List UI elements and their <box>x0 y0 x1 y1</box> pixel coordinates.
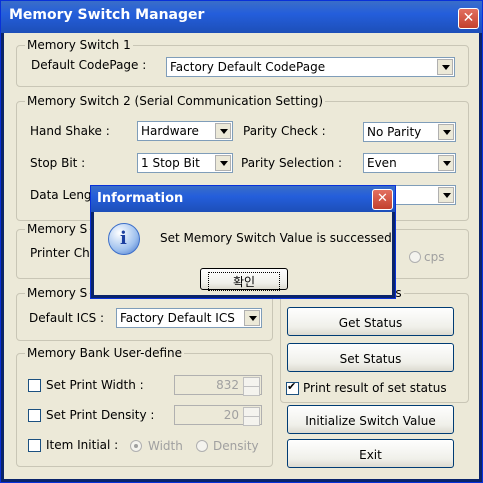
handshake-value: Hardware <box>141 124 199 138</box>
close-icon[interactable]: ✕ <box>372 189 393 210</box>
density-radio[interactable] <box>196 440 208 452</box>
group-title: Memory Switch 2 (Serial Communication Se… <box>25 94 326 108</box>
set-status-label: Set Status <box>339 352 402 366</box>
cps-radio[interactable] <box>409 251 421 263</box>
item-initial-checkbox[interactable] <box>28 439 41 452</box>
print-density-stepper[interactable]: 20 <box>174 405 262 426</box>
exit-button[interactable]: Exit <box>287 439 454 468</box>
item-initial-label: Item Initial : <box>46 438 119 452</box>
codepage-value: Factory Default CodePage <box>170 60 326 74</box>
get-status-label: Get Status <box>338 316 403 330</box>
stop-bit-select[interactable]: 1 Stop Bit <box>137 153 233 173</box>
parity-selection-select[interactable]: Even <box>363 153 456 173</box>
parity-selection-label: Parity Selection : <box>241 156 343 170</box>
ics-select[interactable]: Factory Default ICS <box>116 308 262 328</box>
chevron-down-icon[interactable] <box>215 123 231 139</box>
print-density-value: 20 <box>223 408 239 422</box>
parity-check-value: No Parity <box>367 125 422 139</box>
stop-bit-value: 1 Stop Bit <box>141 156 200 170</box>
group-title: Memory Switch 1 <box>25 38 133 52</box>
exit-label: Exit <box>359 448 382 462</box>
title-bar[interactable]: Memory Switch Manager ✕ <box>1 1 482 33</box>
set-status-button[interactable]: Set Status <box>287 343 454 372</box>
codepage-label: Default CodePage : <box>31 58 147 72</box>
ics-label: Default ICS : <box>29 311 105 325</box>
chevron-down-icon[interactable] <box>244 310 260 326</box>
print-width-checkbox[interactable] <box>28 379 41 392</box>
group-title: Memory S <box>25 286 90 300</box>
parity-check-label: Parity Check : <box>243 124 326 138</box>
dialog-title-bar[interactable]: Information ✕ <box>91 186 395 212</box>
parity-check-select[interactable]: No Parity <box>363 122 456 142</box>
print-width-label: Set Print Width : <box>46 378 144 392</box>
stop-bit-label: Stop Bit : <box>30 156 86 170</box>
ics-value: Factory Default ICS <box>120 311 235 325</box>
group-title: Memory Bank User-define <box>25 346 185 360</box>
print-result-checkbox[interactable] <box>286 380 299 395</box>
parity-selection-value: Even <box>367 156 397 170</box>
data-length-select[interactable] <box>394 185 456 205</box>
initialize-label: Initialize Switch Value <box>305 414 436 428</box>
information-dialog: Information ✕ i Set Memory Switch Value … <box>90 185 396 299</box>
chevron-down-icon[interactable] <box>215 155 231 171</box>
ok-label: 확인 <box>207 272 281 291</box>
print-result-label: Print result of set status <box>303 381 447 395</box>
chevron-down-icon[interactable] <box>437 59 453 75</box>
chevron-down-icon[interactable] <box>438 187 454 203</box>
chevron-down-icon[interactable] <box>438 155 454 171</box>
width-radio[interactable] <box>130 440 142 452</box>
printer-label: Printer Ch <box>30 246 90 260</box>
stepper-down-icon[interactable] <box>243 416 260 426</box>
print-width-stepper[interactable]: 832 <box>174 375 262 396</box>
handshake-label: Hand Shake : <box>30 124 110 138</box>
main-window: Memory Switch Manager ✕ Memory Switch 1 … <box>0 0 483 483</box>
initialize-switch-button[interactable]: Initialize Switch Value <box>287 405 454 434</box>
dialog-message: Set Memory Switch Value is successed <box>160 231 392 245</box>
print-density-label: Set Print Density : <box>46 408 155 422</box>
density-radio-label: Density <box>213 439 259 453</box>
width-radio-label: Width <box>148 439 183 453</box>
stepper-down-icon[interactable] <box>243 386 260 396</box>
ok-button[interactable]: 확인 <box>200 268 288 291</box>
window-title: Memory Switch Manager <box>9 7 205 23</box>
dialog-body: i Set Memory Switch Value is successed 확… <box>94 212 392 295</box>
info-icon: i <box>108 223 140 255</box>
get-status-button[interactable]: Get Status <box>287 307 454 336</box>
data-length-label: Data Leng <box>30 188 92 202</box>
dialog-title: Information <box>97 191 184 206</box>
close-icon[interactable]: ✕ <box>458 8 479 29</box>
cps-label: cps <box>424 250 445 264</box>
print-density-checkbox[interactable] <box>28 409 41 422</box>
codepage-select[interactable]: Factory Default CodePage <box>166 57 455 77</box>
group-title: Memory S <box>25 222 90 236</box>
print-width-value: 832 <box>216 378 239 392</box>
handshake-select[interactable]: Hardware <box>137 121 233 141</box>
chevron-down-icon[interactable] <box>438 124 454 140</box>
